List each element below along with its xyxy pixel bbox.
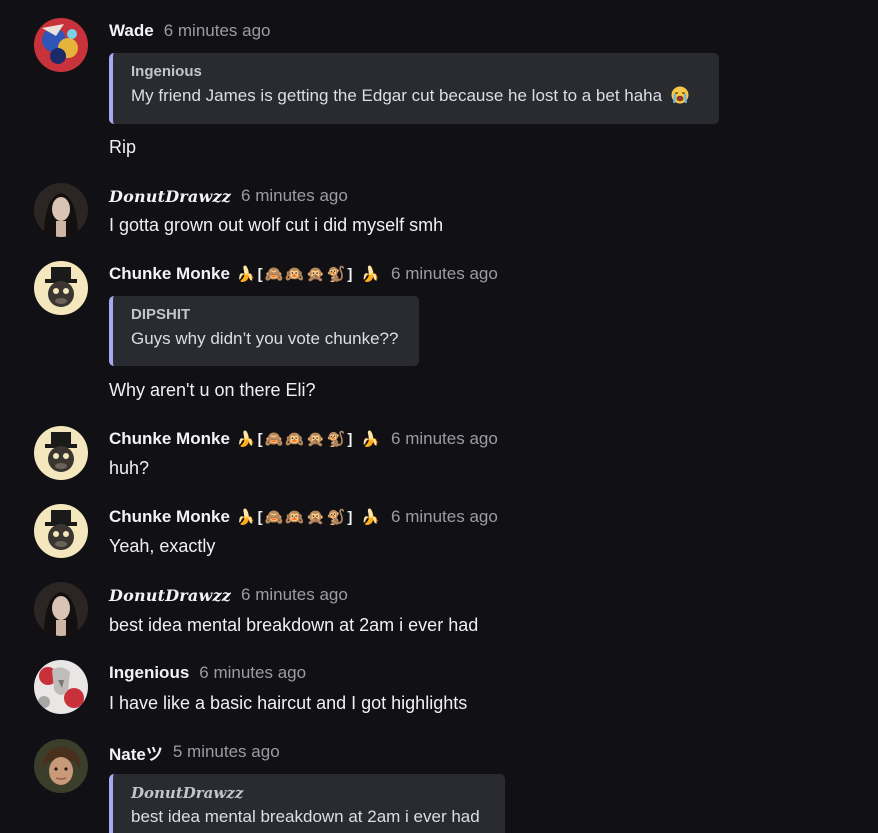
monkey-emoji: 🐒 [326, 509, 346, 526]
badge-bracket: ] [347, 508, 353, 526]
reply-quote[interactable]: DonutDrawzz best idea mental breakdown a… [109, 774, 505, 833]
message-feed: Wade 6 minutes ago Ingenious My friend J… [0, 0, 878, 833]
reply-text: My friend James is getting the Edgar cut… [131, 86, 663, 105]
reply-author: DIPSHIT [131, 306, 191, 323]
timestamp: 6 minutes ago [163, 21, 271, 40]
username[interactable]: Ingenious [109, 663, 189, 683]
hear-no-evil-monkey-emoji: 🙉 [285, 431, 304, 448]
reply-text: best idea mental breakdown at 2am i ever… [131, 807, 480, 826]
reply-author: Ingenious [131, 63, 202, 80]
message-text: Rip [109, 137, 137, 157]
speak-no-evil-monkey-emoji: 🙊 [305, 266, 325, 283]
hear-no-evil-monkey-emoji: 🙉 [285, 266, 304, 283]
timestamp: 6 minutes ago [241, 585, 348, 604]
message-text: I gotta grown out wolf cut i did myself … [109, 215, 444, 235]
username-badge: 🍌 [ 🙈 🙉 🙊 🐒 ] 🍌 [236, 508, 381, 527]
username-badge: 🍌 [ 🙈 🙉 🙊 🐒 ] 🍌 [236, 265, 381, 284]
message-text: I have like a basic haircut and I got hi… [109, 693, 468, 713]
banana-emoji: 🍌 [361, 266, 381, 283]
timestamp: 6 minutes ago [241, 186, 348, 205]
avatar[interactable] [34, 183, 88, 237]
timestamp: 6 minutes ago [391, 429, 498, 448]
message-text: best idea mental breakdown at 2am i ever… [109, 615, 479, 635]
banana-emoji: 🍌 [236, 266, 256, 283]
reply-quote[interactable]: DIPSHIT Guys why didn’t you vote chunke?… [109, 296, 419, 366]
badge-bracket: ] [347, 430, 353, 448]
banana-emoji: 🍌 [236, 509, 256, 526]
speak-no-evil-monkey-emoji: 🙊 [305, 509, 325, 526]
timestamp: 6 minutes ago [199, 663, 307, 682]
username[interactable]: DonutDrawzz [109, 586, 231, 605]
avatar[interactable] [34, 18, 88, 72]
reply-text: Guys why didn’t you vote chunke?? [131, 329, 399, 348]
loudly-crying-face-emoji [671, 86, 689, 104]
avatar[interactable] [34, 504, 88, 558]
see-no-evil-monkey-emoji: 🙈 [264, 509, 284, 526]
monkey-emoji: 🐒 [326, 266, 346, 283]
reply-quote[interactable]: Ingenious My friend James is getting the… [109, 53, 719, 124]
username[interactable]: DonutDrawzz [109, 187, 231, 206]
avatar[interactable] [34, 660, 88, 714]
avatar[interactable] [34, 426, 88, 480]
badge-bracket: [ [257, 265, 263, 283]
badge-bracket: ] [347, 265, 353, 283]
username[interactable]: Chunke Monke [109, 264, 230, 284]
username[interactable]: Chunke Monke [109, 429, 230, 449]
message-text: huh? [109, 458, 150, 478]
timestamp: 6 minutes ago [391, 507, 498, 526]
avatar[interactable] [34, 739, 88, 793]
timestamp: 5 minutes ago [172, 742, 280, 761]
reply-author: DonutDrawzz [131, 784, 244, 802]
message-text: Why aren't u on there Eli? [109, 380, 316, 400]
banana-emoji: 🍌 [361, 431, 381, 448]
monkey-emoji: 🐒 [326, 431, 346, 448]
username[interactable]: Chunke Monke [109, 507, 230, 527]
username[interactable]: Nateツ [109, 740, 163, 765]
badge-bracket: [ [257, 508, 263, 526]
avatar[interactable] [34, 261, 88, 315]
banana-emoji: 🍌 [361, 509, 381, 526]
see-no-evil-monkey-emoji: 🙈 [264, 431, 284, 448]
hear-no-evil-monkey-emoji: 🙉 [285, 509, 304, 526]
username-badge: 🍌 [ 🙈 🙉 🙊 🐒 ] 🍌 [236, 430, 381, 449]
username[interactable]: Wade [109, 21, 154, 41]
avatar[interactable] [34, 582, 88, 636]
message-text: Yeah, exactly [109, 536, 216, 556]
badge-bracket: [ [257, 430, 263, 448]
see-no-evil-monkey-emoji: 🙈 [264, 266, 284, 283]
speak-no-evil-monkey-emoji: 🙊 [305, 431, 325, 448]
timestamp: 6 minutes ago [391, 264, 498, 283]
banana-emoji: 🍌 [236, 431, 256, 448]
